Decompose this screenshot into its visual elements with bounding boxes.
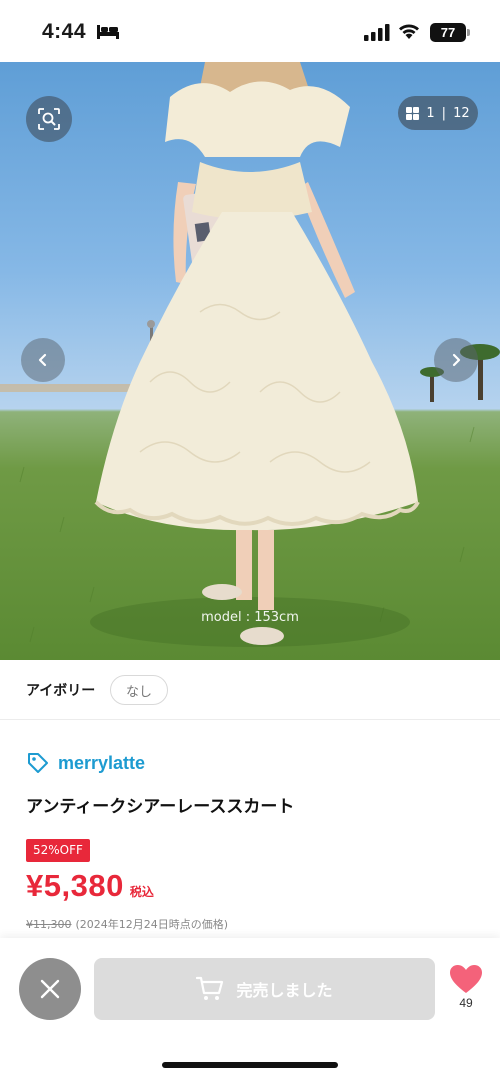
cart-icon xyxy=(196,976,224,1000)
close-button[interactable] xyxy=(19,958,81,1020)
discount-badge: 52%OFF xyxy=(26,839,90,862)
battery-icon: 77 xyxy=(430,23,470,42)
wifi-icon xyxy=(399,24,419,39)
original-price-row: ¥11,300 (2024年12月24日時点の価格) xyxy=(26,916,228,932)
status-time: 4:44 xyxy=(42,20,87,43)
zoom-search-icon xyxy=(38,108,60,130)
tag-icon xyxy=(28,753,48,773)
favorite-count: 49 xyxy=(459,996,473,1010)
image-counter-button[interactable]: 1 | 12 xyxy=(398,96,478,130)
grid-icon xyxy=(406,106,420,120)
variant-color-label: アイボリー xyxy=(26,683,96,699)
home-indicator[interactable] xyxy=(162,1062,338,1068)
image-zoom-button[interactable] xyxy=(26,96,72,142)
next-image-button[interactable] xyxy=(434,338,478,382)
bottom-action-bar: 完売しました 49 xyxy=(0,938,500,1080)
soldout-label: 完売しました xyxy=(236,981,333,1000)
soldout-button[interactable]: 完売しました xyxy=(94,958,435,1020)
sale-price: ¥5,380 xyxy=(26,868,124,903)
brand-name[interactable]: merrylatte xyxy=(58,753,145,774)
bed-icon xyxy=(97,25,119,39)
brand-link[interactable]: merrylatte xyxy=(26,750,145,776)
image-counter-total: 12 xyxy=(453,105,470,121)
product-image-gallery[interactable]: 1 | 12 model : 153cm xyxy=(0,62,500,660)
image-counter-separator: | xyxy=(441,105,447,121)
variant-option-chip[interactable]: なし xyxy=(110,675,168,705)
price-date-note: (2024年12月24日時点の価格) xyxy=(75,918,229,931)
product-title: アンティークシアーレーススカート xyxy=(26,797,295,817)
original-price: ¥11,300 xyxy=(26,918,72,931)
chevron-right-icon xyxy=(452,353,461,367)
image-counter-current: 1 xyxy=(426,105,435,121)
status-bar: 4:44 77 xyxy=(0,0,500,62)
previous-image-button[interactable] xyxy=(21,338,65,382)
favorite-button[interactable]: 49 xyxy=(446,964,486,1018)
battery-level: 77 xyxy=(440,25,456,40)
price-row: ¥5,380 税込 xyxy=(26,868,154,904)
product-photo xyxy=(0,62,500,647)
tax-included-label: 税込 xyxy=(129,885,154,899)
close-icon xyxy=(40,979,60,999)
chevron-left-icon xyxy=(38,353,47,367)
variant-row: アイボリー なし xyxy=(0,660,500,720)
heart-icon xyxy=(450,965,482,993)
signal-icon xyxy=(364,24,390,41)
model-caption: model : 153cm xyxy=(201,610,299,625)
